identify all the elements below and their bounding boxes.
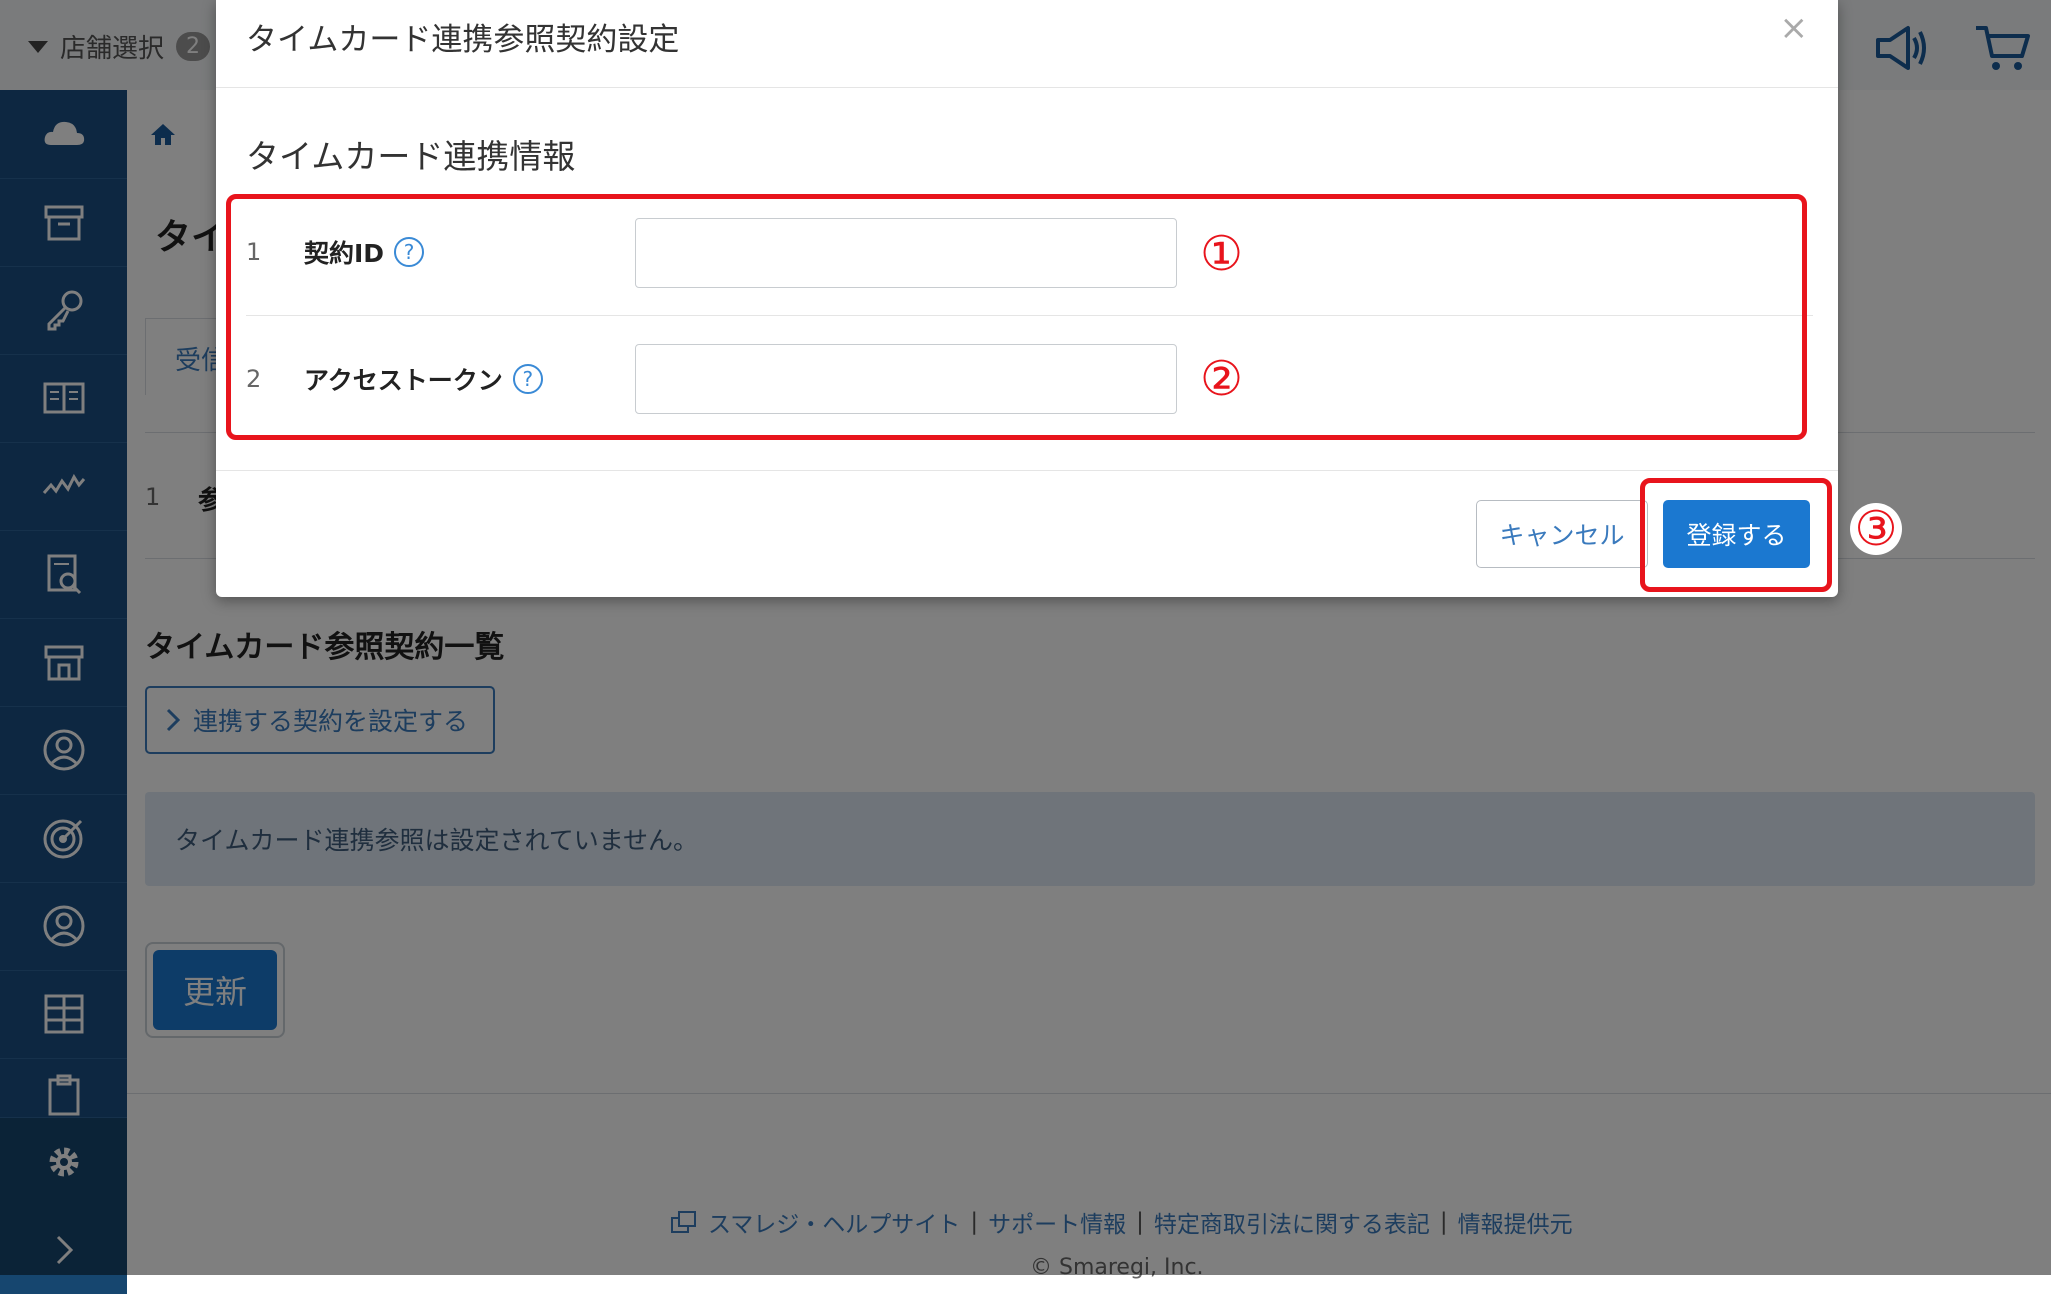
annotation-box-register	[1640, 478, 1832, 592]
annotation-mark-3: ③	[1850, 503, 1902, 555]
modal-footer-divider	[216, 470, 1838, 471]
modal-header-divider	[216, 87, 1838, 88]
section-title: タイムカード連携情報	[246, 137, 576, 176]
annotation-box-fields	[226, 194, 1807, 440]
cancel-button[interactable]: キャンセル	[1476, 500, 1648, 568]
annotation-mark-2: ②	[1200, 351, 1244, 407]
modal-title: タイムカード連携参照契約設定	[246, 22, 680, 58]
close-icon[interactable]: ×	[1780, 8, 1809, 48]
annotation-mark-1: ①	[1200, 226, 1244, 282]
